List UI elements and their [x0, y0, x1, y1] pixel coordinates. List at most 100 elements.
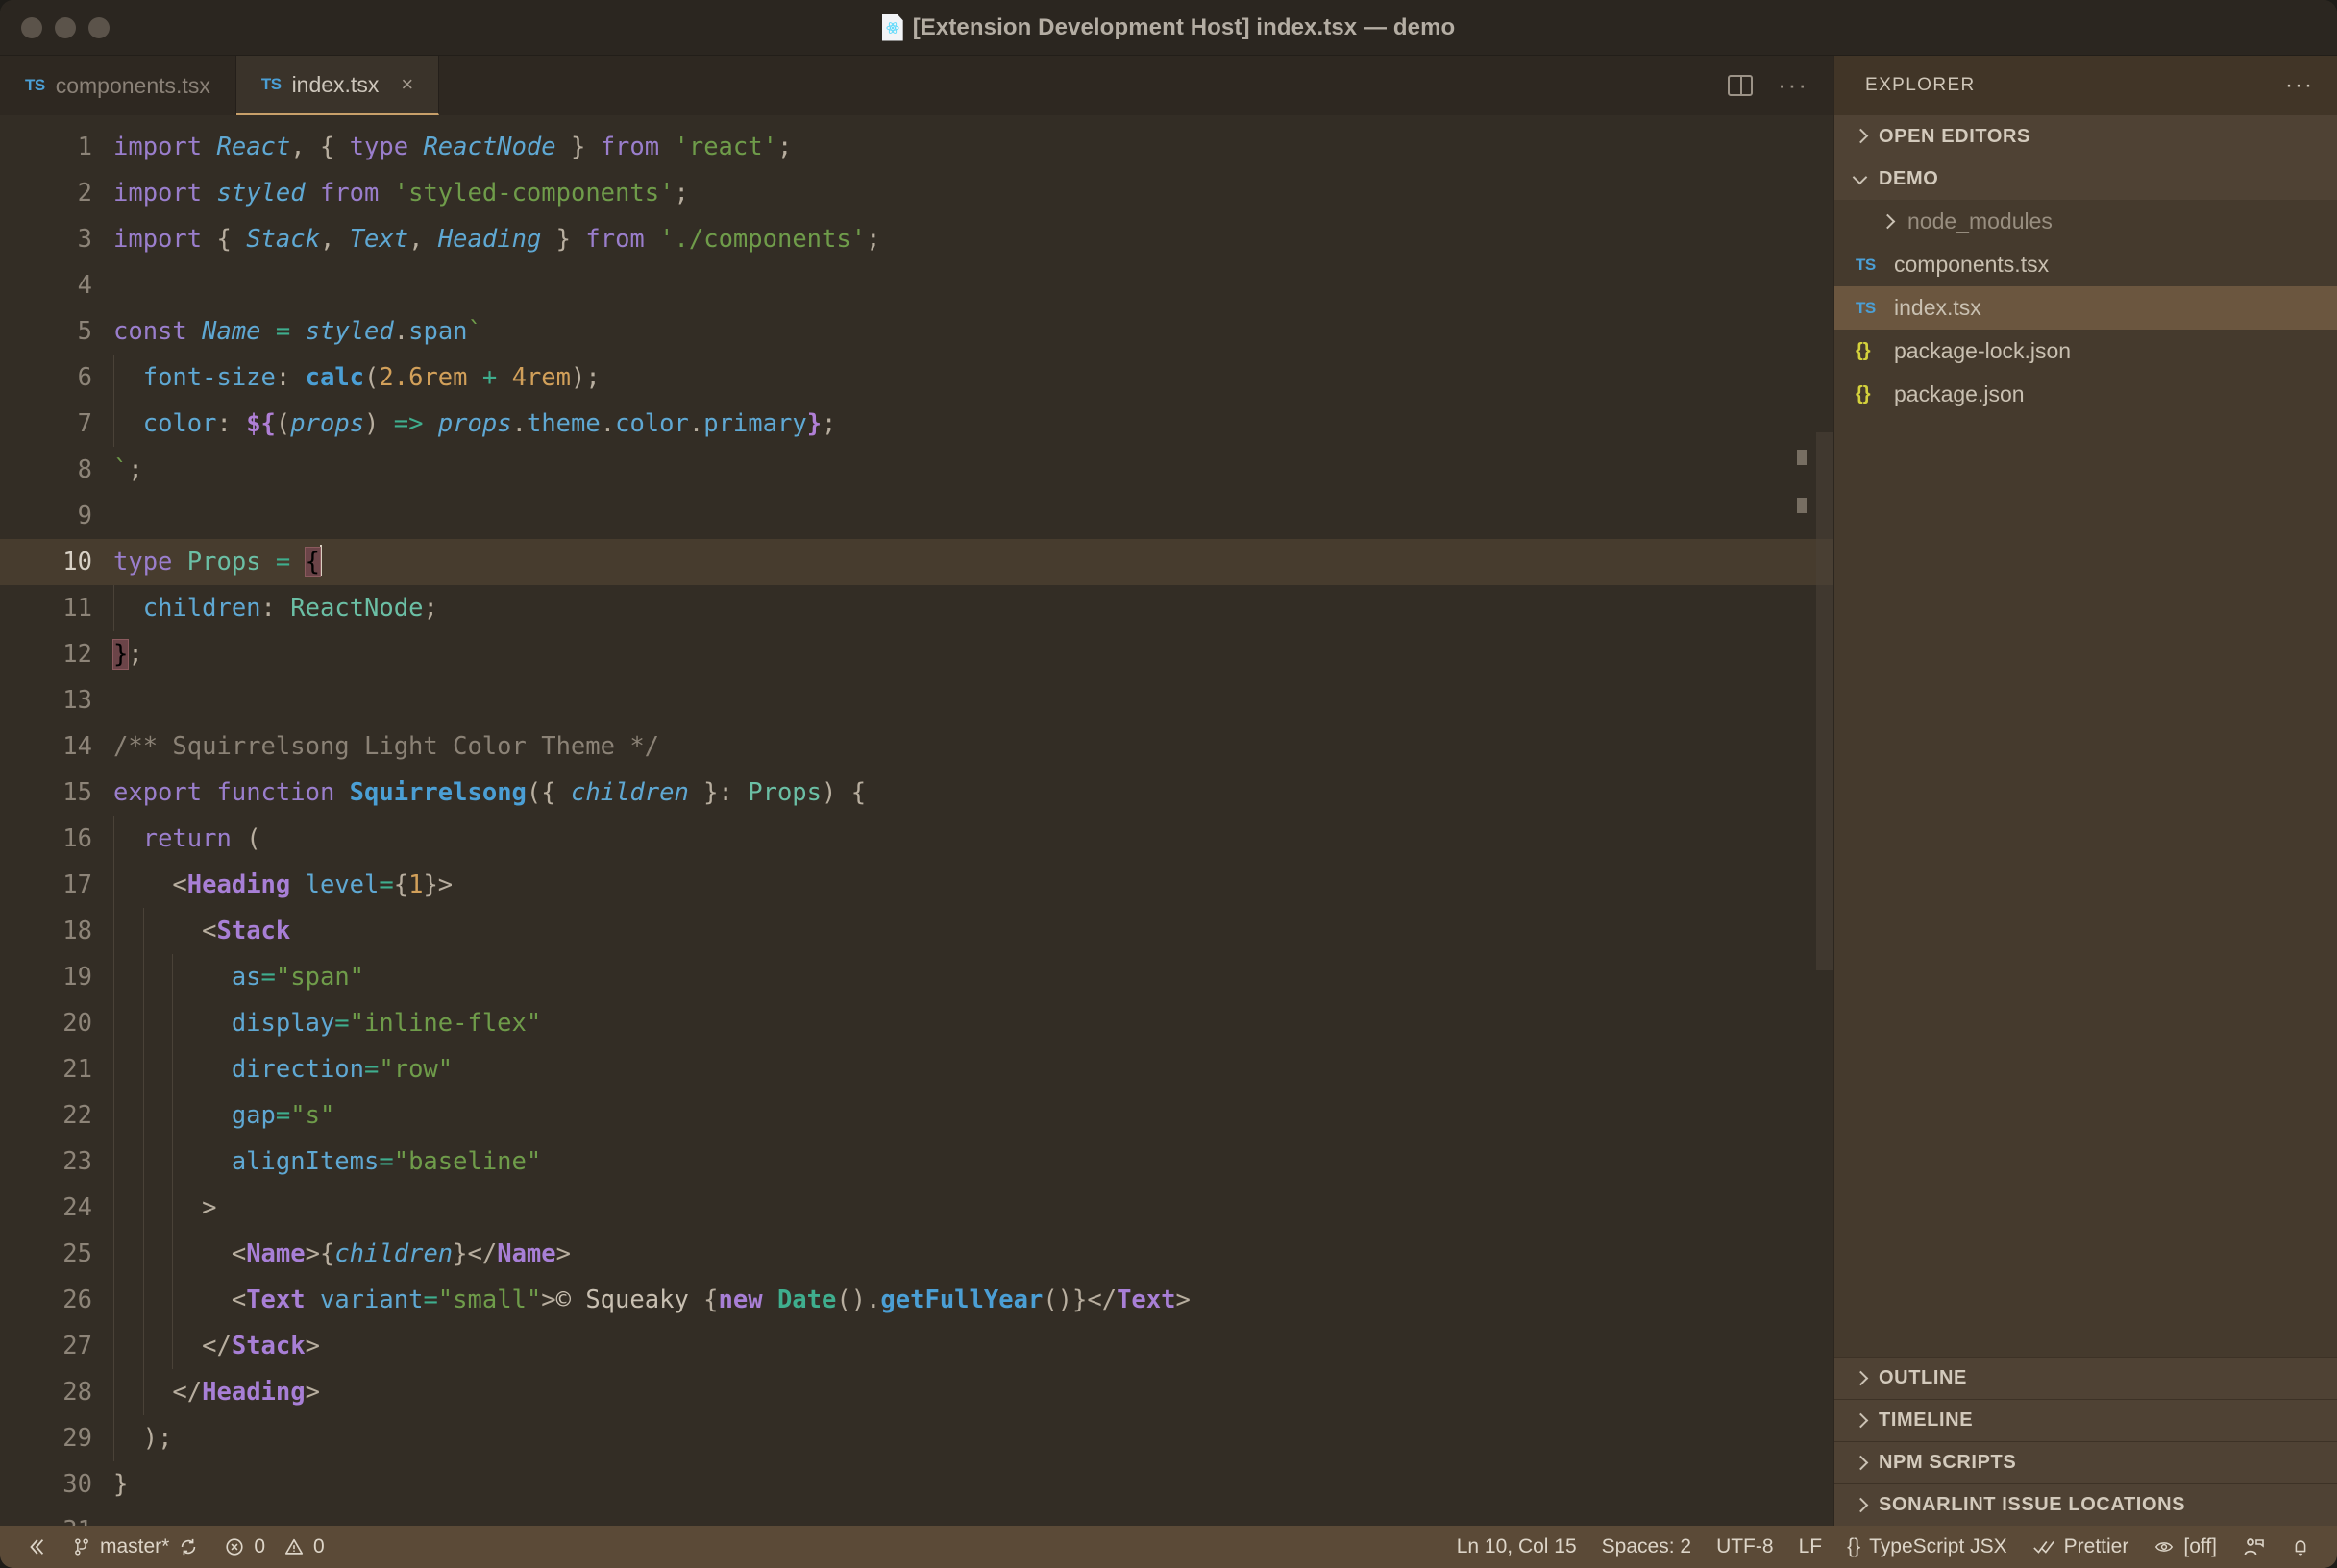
editor-vertical-scrollbar[interactable] [1816, 432, 1833, 970]
status-live-share[interactable] [2229, 1535, 2277, 1558]
sidebar-section-sonarlint-issue-locations[interactable]: SONARLINT ISSUE LOCATIONS [1834, 1483, 2337, 1526]
code-token: . [511, 409, 527, 438]
status-eol[interactable]: LF [1786, 1535, 1835, 1558]
code-token: from [319, 179, 380, 208]
code-line-content: `; [113, 447, 1833, 493]
code-line[interactable]: 4 [0, 262, 1833, 308]
code-line[interactable]: 10 type Props = { [0, 539, 1833, 585]
code-line-content: <Text variant="small">© Squeaky {new Dat… [113, 1277, 1833, 1323]
code-line[interactable]: 7 color: ${(props) => props.theme.color.… [0, 401, 1833, 447]
code-token: { [216, 225, 232, 254]
code-line[interactable]: 6 font-size: calc(2.6rem + 4rem); [0, 355, 1833, 401]
code-editor[interactable]: 1 import React, { type ReactNode } from '… [0, 115, 1833, 1526]
code-line[interactable]: 26 <Text variant="small">© Squeaky {new … [0, 1277, 1833, 1323]
line-number: 20 [62, 1009, 92, 1038]
code-token: Squirrelsong [349, 778, 527, 807]
close-button[interactable] [21, 16, 42, 38]
line-number: 16 [62, 824, 92, 853]
tab-index-tsx[interactable]: TS index.tsx × [235, 56, 440, 115]
code-line[interactable]: 11 children: ReactNode; [0, 585, 1833, 631]
code-line[interactable]: 12}; [0, 631, 1833, 677]
remote-window-icon[interactable] [13, 1536, 60, 1557]
status-cursor-position[interactable]: Ln 10, Col 15 [1444, 1535, 1589, 1558]
tab-components-tsx[interactable]: TS components.tsx [0, 56, 236, 115]
tree-item-package-lock-json[interactable]: {} package-lock.json [1834, 330, 2337, 373]
line-number: 10 [62, 548, 92, 576]
file-tree[interactable]: node_modules TS components.tsx TS index.tsx {… [1834, 200, 2337, 416]
code-line[interactable]: 30} [0, 1461, 1833, 1507]
status-formatter[interactable]: Prettier [2020, 1535, 2142, 1558]
code-line[interactable]: 28 </Heading> [0, 1369, 1833, 1415]
code-line[interactable]: 23 alignItems="baseline" [0, 1139, 1833, 1185]
status-language[interactable]: {} TypeScript JSX [1834, 1535, 2020, 1558]
status-problems[interactable]: 0 0 [211, 1535, 336, 1558]
maximize-button[interactable] [88, 16, 110, 38]
code-token: < [172, 870, 187, 899]
status-indentation[interactable]: Spaces: 2 [1589, 1535, 1704, 1558]
warning-count: 0 [313, 1535, 325, 1557]
status-eye-toggle[interactable]: [off] [2141, 1535, 2229, 1558]
code-line[interactable]: 19 as="span" [0, 954, 1833, 1000]
code-line[interactable]: 25 <Name>{children}</Name> [0, 1231, 1833, 1277]
chevron-right-icon [1852, 1370, 1869, 1387]
close-icon[interactable]: × [401, 74, 413, 95]
code-line-content: }; [111, 631, 1833, 677]
status-notifications[interactable] [2277, 1535, 2324, 1558]
code-line[interactable]: 13 [0, 677, 1833, 723]
code-line[interactable]: 17 <Heading level={1}> [0, 862, 1833, 908]
tree-item-node-modules[interactable]: node_modules [1834, 200, 2337, 243]
code-line[interactable]: 9 [0, 493, 1833, 539]
code-line[interactable]: 15 export function Squirrelsong({ childre… [0, 770, 1833, 816]
code-token: styled [305, 317, 394, 346]
code-line[interactable]: 2 import styled from 'styled-components'; [0, 170, 1833, 216]
code-line[interactable]: 1 import React, { type ReactNode } from '… [0, 124, 1833, 170]
status-encoding[interactable]: UTF-8 [1704, 1535, 1786, 1558]
code-token: import [113, 133, 203, 161]
tree-item-index-tsx[interactable]: TS index.tsx [1834, 286, 2337, 330]
sidebar-section-outline[interactable]: OUTLINE [1834, 1357, 2337, 1399]
typescript-icon: TS [25, 76, 45, 94]
code-line[interactable]: 24 > [0, 1185, 1833, 1231]
code-line[interactable]: 21 direction="row" [0, 1046, 1833, 1092]
code-token: alignItems [231, 1147, 380, 1176]
code-line[interactable]: 31 [0, 1507, 1833, 1526]
code-token: "row" [379, 1055, 454, 1084]
code-line[interactable]: 5 const Name = styled.span` [0, 308, 1833, 355]
sidebar-section-demo[interactable]: DEMO [1834, 158, 2337, 200]
sidebar-section-timeline[interactable]: TIMELINE [1834, 1399, 2337, 1441]
code-token: Stack [231, 1332, 306, 1360]
more-actions-icon[interactable]: ··· [1778, 73, 1808, 97]
section-label: OPEN EDITORS [1879, 125, 2030, 147]
window-controls[interactable] [21, 16, 110, 38]
sidebar-section-npm-scripts[interactable]: NPM SCRIPTS [1834, 1441, 2337, 1483]
split-editor-icon[interactable] [1728, 75, 1754, 96]
line-number: 18 [62, 917, 92, 945]
sidebar-section-open-editors[interactable]: OPEN EDITORS [1834, 115, 2337, 158]
code-line[interactable]: 20 display="inline-flex" [0, 1000, 1833, 1046]
status-branch[interactable]: master* [60, 1535, 211, 1558]
code-line-content: </Heading> [113, 1369, 1833, 1415]
code-lines[interactable]: 1 import React, { type ReactNode } from '… [0, 115, 1833, 1526]
tree-item-components-tsx[interactable]: TS components.tsx [1834, 243, 2337, 286]
code-line[interactable]: 16 return ( [0, 816, 1833, 862]
code-line[interactable]: 14 /** Squirrelsong Light Color Theme */ [0, 723, 1833, 770]
code-line[interactable]: 18 <Stack [0, 908, 1833, 954]
code-line[interactable]: 22 gap="s" [0, 1092, 1833, 1139]
code-line[interactable]: 27 </Stack> [0, 1323, 1833, 1369]
tree-item-package-json[interactable]: {} package.json [1834, 373, 2337, 416]
sidebar-bottom-sections[interactable]: OUTLINE TIMELINE NPM SCRIPTS SONARLINT ISSU… [1834, 1357, 2337, 1526]
code-line[interactable]: 8 `; [0, 447, 1833, 493]
error-count: 0 [254, 1535, 266, 1557]
code-line-content: } [113, 1461, 1833, 1507]
code-line[interactable]: 3 import { Stack, Text, Heading } from '.… [0, 216, 1833, 262]
code-token: ` [467, 317, 482, 346]
code-token: 2.6rem [379, 363, 468, 392]
more-actions-icon[interactable]: ··· [2285, 73, 2314, 97]
code-line[interactable]: 29 ); [0, 1415, 1833, 1461]
minimize-button[interactable] [55, 16, 76, 38]
